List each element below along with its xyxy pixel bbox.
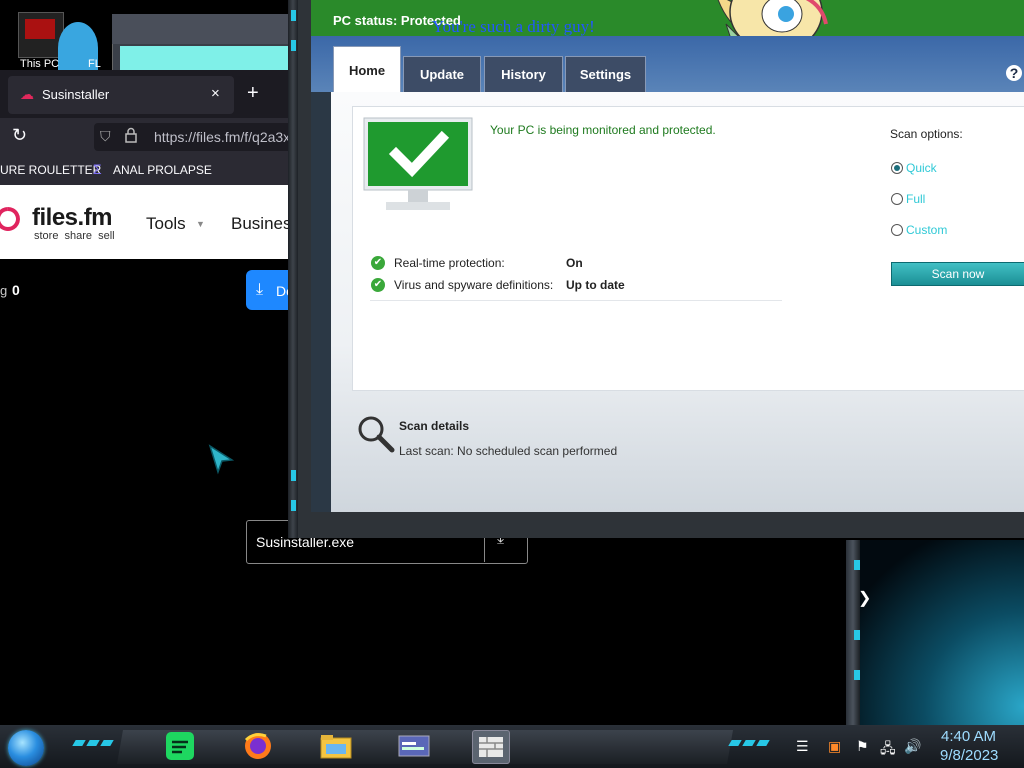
bookmark-item[interactable]: URE ROULETTER [0,163,101,177]
tab-home[interactable]: Home [333,46,401,93]
taskbar-decoration [72,740,114,746]
site-tagline: store share sell [34,230,115,242]
check-icon: ✔ [371,256,385,270]
desktop-frame-edge [846,540,860,725]
definitions-label: Virus and spyware definitions: [394,278,554,292]
firefox-icon[interactable] [240,730,276,762]
last-scan-text: Last scan: No scheduled scan performed [399,444,618,458]
lock-icon[interactable] [124,127,138,146]
scan-options-panel [873,106,1024,391]
scan-options-label: Scan options: [890,127,963,141]
tab-close-icon[interactable]: × [211,85,220,102]
desktop-icon-label: This PC [20,58,60,70]
divider [370,300,782,301]
tab-update[interactable]: Update [403,56,481,92]
spotify-icon[interactable] [162,730,198,762]
overlay-text: You're such a dirty guy! [432,17,595,36]
protected-monitor-icon [362,116,474,220]
browser-tab-title: Susinstaller [42,87,110,102]
shield-icon[interactable]: ⛉ [100,128,111,145]
window-border [311,92,331,512]
taskbar-decoration [728,740,770,746]
realtime-protection-value: On [566,256,583,270]
url-text[interactable]: https://files.fm/f/q2a3x [154,129,294,145]
radio-full[interactable] [891,193,903,205]
check-icon: ✔ [371,278,385,292]
magnifier-icon [356,414,396,454]
protection-message: Your PC is being monitored and protected… [490,123,716,137]
show-desktop-icon[interactable]: ☰ [796,738,809,755]
new-tab-button[interactable]: + [247,82,259,105]
stat-label: g [0,283,8,298]
background-window-content [120,46,296,70]
radio-quick[interactable] [891,162,903,174]
file-explorer-icon[interactable] [318,730,354,762]
background-window-titlebar[interactable] [112,14,296,44]
bookmark-icon: Σ [93,161,102,177]
help-icon[interactable]: ? [1006,65,1022,81]
files-fm-logo-icon[interactable] [0,205,22,237]
flag-icon[interactable]: ⚑ [856,738,869,755]
reload-icon[interactable]: ↻ [12,125,27,146]
radio-full-label[interactable]: Full [906,192,925,206]
start-button[interactable] [8,730,44,766]
chevron-down-icon[interactable]: ▼ [196,219,205,229]
tab-settings[interactable]: Settings [565,56,646,92]
security-essentials-icon[interactable] [472,730,510,764]
scan-details-title: Scan details [399,419,470,433]
radio-custom[interactable] [891,224,903,236]
network-icon[interactable]: 🖧 [880,738,896,762]
radio-custom-label[interactable]: Custom [906,223,947,237]
volume-icon[interactable]: 🔊 [904,738,921,755]
tab-history[interactable]: History [484,56,563,92]
desktop-icon-label: FL [88,58,101,70]
window-app-icon[interactable] [396,730,432,762]
mouse-cursor-icon [208,444,235,476]
realtime-protection-label: Real-time protection: [394,256,505,270]
clock-time[interactable]: 4:40 AM [941,728,996,745]
desktop-wallpaper-glow [848,540,1024,725]
definitions-value: Up to date [566,278,625,292]
nav-tools[interactable]: Tools [146,214,186,234]
stat-value: 0 [12,282,20,298]
chevron-right-icon[interactable]: ❯ [858,588,871,608]
files-fm-favicon-icon: ☁ [20,86,34,102]
radio-quick-label[interactable]: Quick [906,161,937,175]
site-logo-text[interactable]: files.fm [32,204,113,232]
scan-now-button[interactable]: Scan now [891,262,1024,286]
download-icon[interactable]: ⤓ [256,281,263,299]
tray-app-icon[interactable]: ▣ [828,738,841,755]
bookmark-item[interactable]: ANAL PROLAPSE [113,163,212,177]
clock-date[interactable]: 9/8/2023 [940,747,998,764]
window-frame-edge [288,0,298,538]
